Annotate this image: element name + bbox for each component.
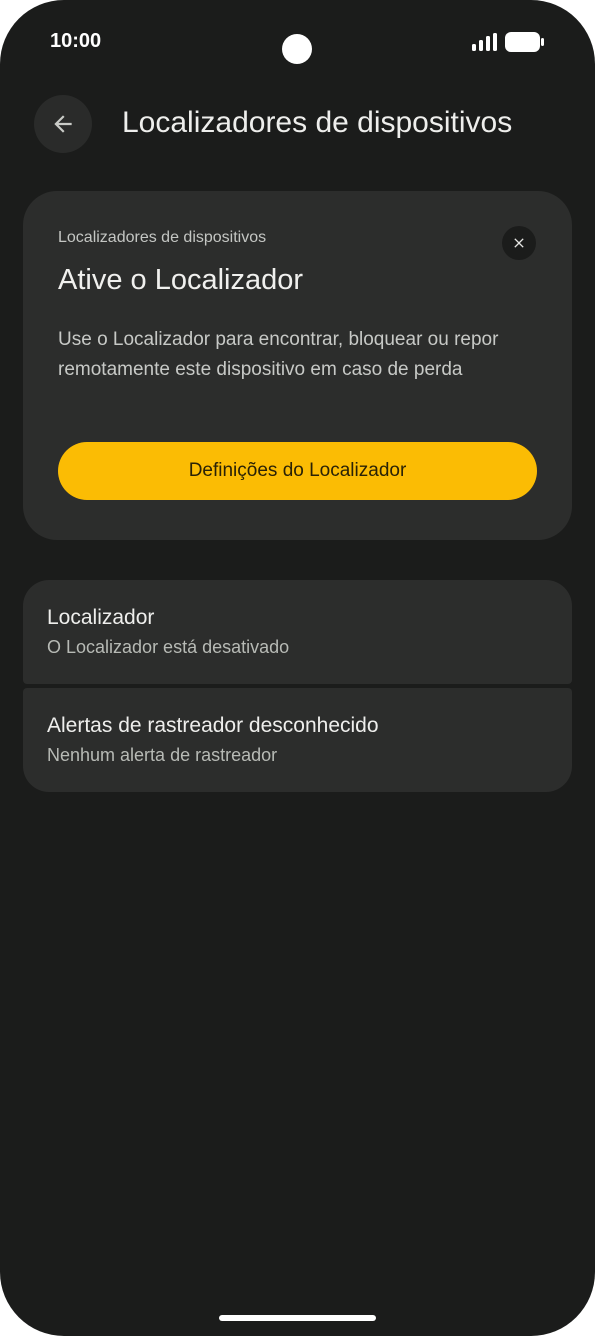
list-item-unknown-tracker-alerts[interactable]: Alertas de rastreador desconhecido Nenhu… [23,688,572,792]
list-item-finder[interactable]: Localizador O Localizador está desativad… [23,580,572,684]
list-item-title: Alertas de rastreador desconhecido [47,714,379,737]
finder-settings-button[interactable]: Definições do Localizador [58,442,537,500]
banner-description: Use o Localizador para encontrar, bloque… [58,329,499,380]
arrow-left-icon [54,115,72,133]
banner-eyebrow: Localizadores de dispositivos [58,229,267,246]
banner-close-button[interactable] [502,226,536,260]
back-button[interactable] [34,95,92,153]
list-item-subtitle: Nenhum alerta de rastreador [47,745,278,765]
banner-title: Ative o Localizador [58,264,304,296]
phone-screen: 10:00 Localizadores de dispositivos Loca… [0,0,595,1336]
home-gesture-bar[interactable] [219,1315,376,1321]
status-time: 10:00 [50,30,102,52]
finder-banner-card: Localizadores de dispositivos Ative o Lo… [23,191,572,540]
page-title: Localizadores de dispositivos [122,106,513,139]
list-item-title: Localizador [47,606,155,629]
close-icon [514,238,524,248]
battery-icon [505,32,544,52]
list-item-subtitle: O Localizador está desativado [47,637,290,657]
camera-cutout [282,34,312,64]
cell-signal-icon [472,33,497,51]
